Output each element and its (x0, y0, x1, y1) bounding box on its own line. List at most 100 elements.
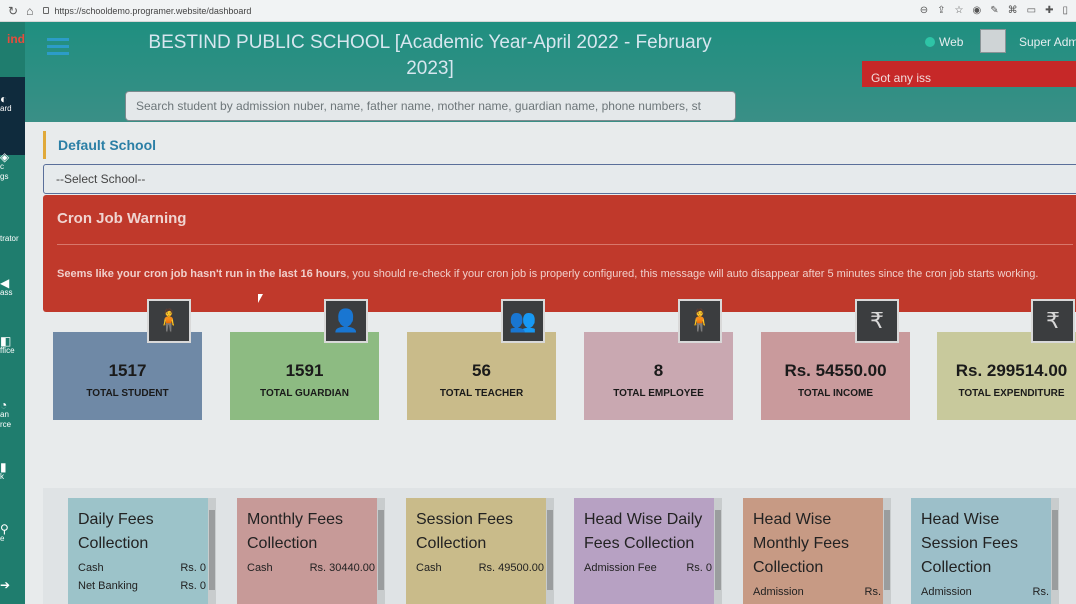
office-icon: ◧ (0, 336, 12, 348)
main-content: Default School --Select School-- Cron Jo… (25, 122, 1076, 604)
scrollbar[interactable] (1051, 498, 1059, 604)
fee-row-amount: Rs. 30440.00 (309, 562, 375, 574)
stat-value: 1591 (285, 361, 324, 380)
fee-panel: Daily Fees Collection Cash Rs. 0 Net Bankin… (68, 498, 216, 604)
sidebar-item-dashboard[interactable]: ◐ ard (0, 94, 25, 114)
scrollbar[interactable] (208, 498, 216, 604)
stat-value: Rs. 299514.00 (955, 361, 1068, 380)
fee-row-label: Admission (921, 586, 972, 598)
scrollbar[interactable] (377, 498, 385, 604)
zoom-icon[interactable]: ⊖ (920, 5, 928, 16)
scrollbar[interactable] (714, 498, 722, 604)
address-bar[interactable]: https://schooldemo.programer.website/das… (43, 6, 883, 16)
page-title: BESTIND PUBLIC SCHOOL [Academic Year-Apr… (148, 32, 712, 79)
fee-panel-title: Head Wise Daily Fees Collection (584, 511, 703, 552)
stat-card[interactable]: 1591 TOTAL GUARDIAN (230, 332, 379, 420)
browser-nav: ↻ ⌂ (0, 4, 33, 18)
sidebar-item-label: ffice (0, 346, 15, 355)
browser-toolbar: ↻ ⌂ https://schooldemo.programer.website… (0, 0, 1076, 22)
sidebar-item-label: c gs (0, 162, 9, 181)
home-icon[interactable]: ⌂ (26, 4, 33, 18)
sidebar: ind ◐ ard ◈ c gs trator ◀ ass ◧ ffice ◔ … (0, 22, 25, 604)
fee-panel: Monthly Fees Collection Cash Rs. 30440.00 (237, 498, 385, 604)
star-icon[interactable]: ☆ (955, 5, 964, 16)
academic-icon: ◈ (0, 152, 10, 164)
fee-panel-title: Head Wise Session Fees Collection (921, 511, 1018, 576)
scrollbar-thumb[interactable] (209, 510, 215, 590)
attendance-icon: ⚲ (0, 524, 9, 536)
fee-panel-title: Session Fees Collection (416, 511, 513, 552)
scrollbar[interactable] (883, 498, 891, 604)
sidebar-item-administrator[interactable]: trator (0, 234, 25, 244)
school-select[interactable]: --Select School-- (43, 164, 1076, 194)
web-link[interactable]: Web (925, 35, 963, 49)
scrollbar-thumb[interactable] (547, 510, 553, 590)
sidebar-item-label: trator (0, 234, 19, 243)
rupee-icon: ₹ (855, 299, 899, 343)
translate-icon[interactable]: ⌘ (1008, 5, 1018, 16)
arrow-icon: ➔ (0, 580, 11, 590)
stat-label: TOTAL GUARDIAN (260, 388, 349, 399)
cron-warning-bold: Seems like your cron job hasn't run in t… (57, 268, 347, 280)
sidebar-item-academic[interactable]: ◈ c gs (0, 152, 25, 182)
puzzle-icon[interactable]: ✚ (1045, 5, 1053, 16)
fee-panel: Head Wise Session Fees Collection Admissi… (911, 498, 1059, 604)
reload-icon[interactable]: ↻ (8, 4, 18, 18)
scrollbar-thumb[interactable] (715, 510, 721, 590)
class-icon: ◀ (0, 278, 10, 290)
scrollbar-thumb[interactable] (378, 510, 384, 590)
media-icon[interactable]: ▭ (1027, 5, 1036, 16)
fee-row-amount: Rs. 0 (686, 562, 712, 574)
menu-toggle-icon[interactable] (47, 38, 69, 59)
stat-label: TOTAL EMPLOYEE (613, 388, 704, 399)
stat-card[interactable]: 1517 TOTAL STUDENT (53, 332, 202, 420)
sidebar-item-book[interactable]: ▮ k (0, 462, 25, 482)
sidebar-item-attendance[interactable]: ⚲ e (0, 524, 25, 544)
stat-card[interactable]: Rs. 54550.00 TOTAL INCOME (761, 332, 910, 420)
stat-card[interactable]: 56 TOTAL TEACHER (407, 332, 556, 420)
fee-row-label: Net Banking (78, 580, 138, 592)
address-url: https://schooldemo.programer.website/das… (54, 5, 252, 16)
stat-label: TOTAL TEACHER (439, 388, 524, 399)
stat-value: Rs. 54550.00 (784, 361, 887, 380)
fee-row: Admission Rs. (911, 580, 1059, 598)
fee-panel: Head Wise Monthly Fees Collection Admissi… (743, 498, 891, 604)
sidebar-item-class[interactable]: ◀ ass (0, 278, 25, 298)
fee-row-amount: Rs. 0 (180, 580, 206, 592)
fee-row: Cash Rs. 0 (68, 556, 216, 574)
teacher-icon: 👥 (501, 299, 545, 343)
student-icon: 🧍 (147, 299, 191, 343)
issue-chat-box[interactable]: Got any iss (862, 61, 1076, 87)
fee-panel: Head Wise Daily Fees Collection Admission… (574, 498, 722, 604)
lock-icon (43, 7, 50, 14)
scrollbar[interactable] (546, 498, 554, 604)
fee-row-label: Admission Fee (584, 562, 657, 574)
pen-icon[interactable]: ✎ (990, 5, 998, 16)
sidebar-item-human-resource[interactable]: ◔ an rce (0, 400, 25, 430)
avatar[interactable] (980, 29, 1006, 53)
sidebar-item-office[interactable]: ◧ ffice (0, 336, 25, 356)
user-menu[interactable]: Super Adm (1019, 35, 1076, 49)
globe-icon (925, 37, 935, 47)
stat-label: TOTAL STUDENT (86, 388, 169, 399)
stat-value: 1517 (108, 361, 147, 380)
divider (57, 244, 1073, 245)
cron-warning-message: Seems like your cron job hasn't run in t… (57, 265, 1057, 283)
stat-card[interactable]: Rs. 299514.00 TOTAL EXPENDITURE (937, 332, 1076, 420)
search-input[interactable]: Search student by admission nuber, name,… (125, 91, 736, 121)
fee-row: Cash Rs. 30440.00 (237, 556, 385, 574)
fee-panel-title: Head Wise Monthly Fees Collection (753, 511, 850, 576)
scrollbar-thumb[interactable] (884, 510, 890, 590)
sidebar-item-more[interactable]: ➔ (0, 580, 25, 590)
scrollbar-thumb[interactable] (1052, 510, 1058, 590)
stat-card[interactable]: 8 TOTAL EMPLOYEE (584, 332, 733, 420)
human-resource-icon: ◔ (0, 400, 8, 412)
mouse-cursor-icon (258, 294, 263, 303)
share-icon[interactable]: ⇪ (937, 5, 945, 16)
sidebar-item-label: ard (0, 104, 12, 113)
fee-row-amount: Rs. 49500.00 (478, 562, 544, 574)
browser-tools: ⊖ ⇪ ☆ ◉ ✎ ⌘ ▭ ✚ ▯ (920, 5, 1076, 16)
sidebar-logo: ind (7, 32, 25, 46)
extension-icon[interactable]: ◉ (973, 5, 982, 16)
sidepanel-icon[interactable]: ▯ (1062, 5, 1068, 16)
